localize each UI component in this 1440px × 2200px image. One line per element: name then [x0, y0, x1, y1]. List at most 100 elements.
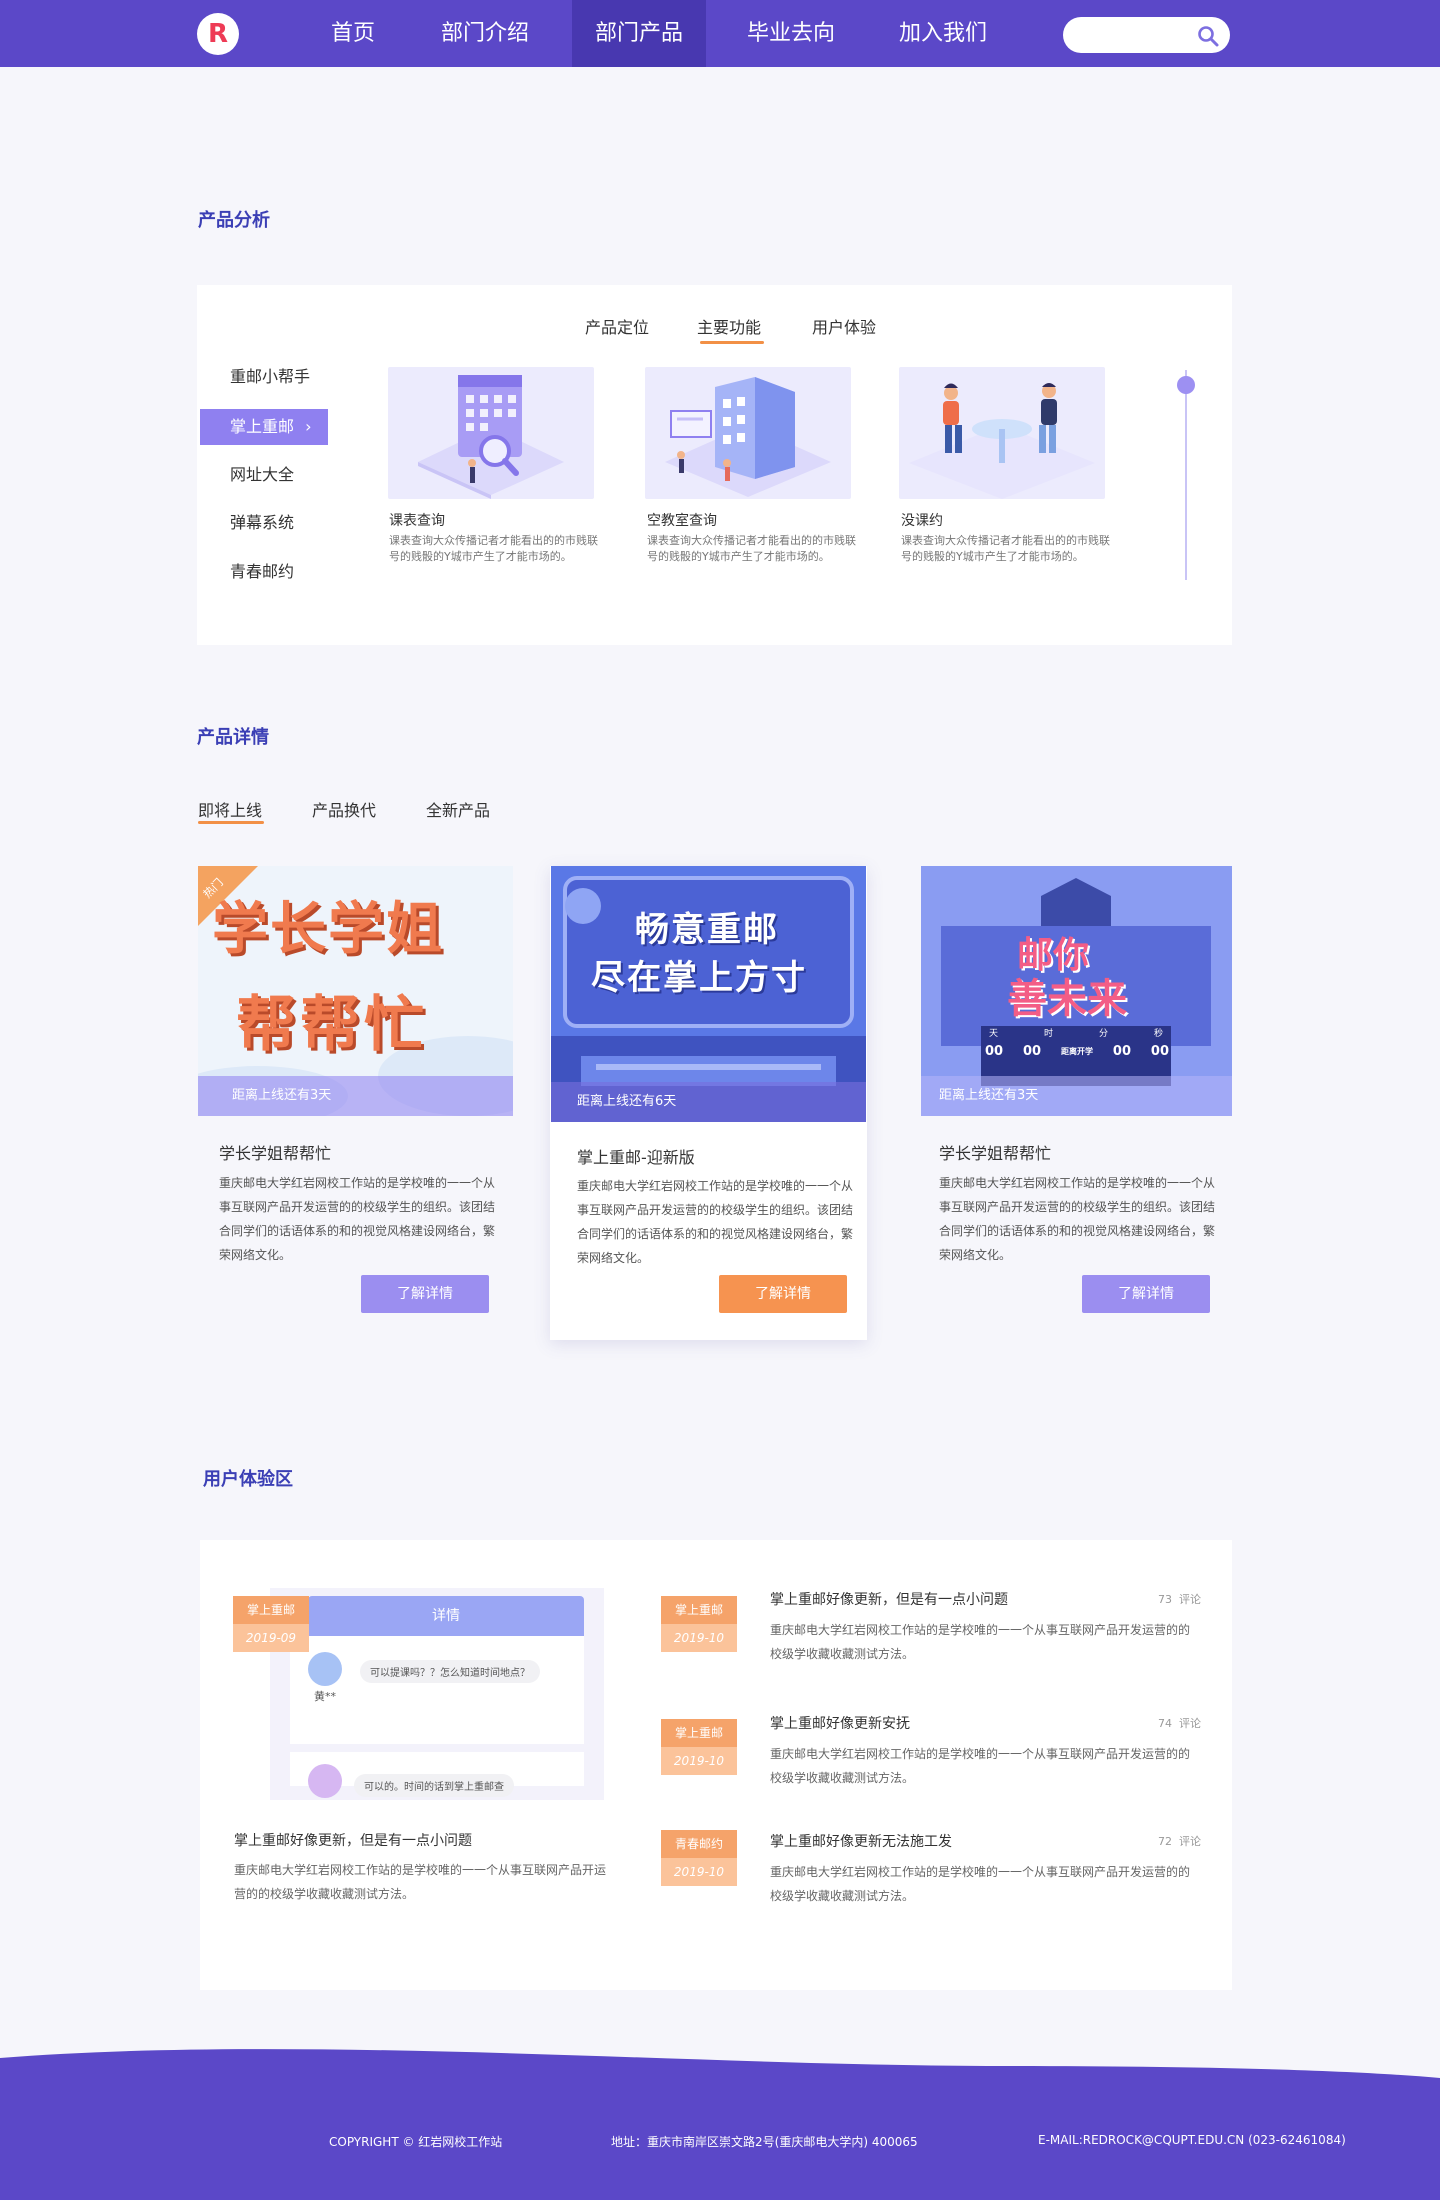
- learn-more-button[interactable]: 了解详情: [1082, 1275, 1210, 1313]
- ux-badge: 掌上重邮 2019-10: [661, 1596, 737, 1652]
- ux-phone-preview[interactable]: 详情 黄** 可以提课吗？？怎么知道时间地点？ 可以的。时间的话到掌上重邮查: [270, 1588, 604, 1800]
- section-title-ux: 用户体验区: [203, 1469, 293, 1490]
- comment-count-value: 72: [1158, 1835, 1172, 1848]
- comment-count-value: 73: [1158, 1593, 1172, 1606]
- ux-item-title[interactable]: 掌上重邮好像更新安抚: [770, 1713, 910, 1733]
- feature-image-classroom[interactable]: [645, 367, 851, 499]
- chevron-right-icon: ›: [305, 417, 312, 436]
- tab-new-products[interactable]: 全新产品: [426, 797, 490, 821]
- poster-time-units: 天 时 分 秒: [989, 1026, 1163, 1039]
- comment-count: 72 评论: [1158, 1833, 1201, 1849]
- feature-title: 课表查询: [389, 513, 445, 529]
- countdown-overlay: 距离上线还有3天: [921, 1076, 1232, 1116]
- poster-unit: 秒: [1153, 1029, 1163, 1039]
- footer-email[interactable]: E-MAIL:REDROCK@CQUPT.EDU.CN (023-6246108…: [1038, 2133, 1346, 2147]
- comment-count-label: 评论: [1179, 1717, 1201, 1730]
- ux-item-title[interactable]: 掌上重邮好像更新无法施工发: [770, 1831, 952, 1851]
- countdown-overlay: 距离上线还有6天: [551, 1082, 866, 1122]
- ux-item-desc: 重庆邮电大学红岩网校工作站的是学校唯的一一个从事互联网产品开发运营的的校级学收藏…: [770, 1747, 1191, 1785]
- poster-digit: 00: [985, 1044, 1004, 1059]
- avatar: [308, 1764, 342, 1798]
- comment-count-label: 评论: [1179, 1835, 1201, 1848]
- ux-badge: 掌上重邮 2019-09: [233, 1596, 309, 1652]
- ux-item-desc: 重庆邮电大学红岩网校工作站的是学校唯的一一个从事互联网产品开发运营的的校级学收藏…: [770, 1865, 1191, 1903]
- product-poster[interactable]: 热门 学长学姐 帮帮忙 距离上线还有3天: [198, 866, 513, 1116]
- learn-more-button[interactable]: 了解详情: [361, 1275, 489, 1313]
- nav-item-products[interactable]: 部门产品: [572, 0, 706, 67]
- badge-product: 青春邮约: [661, 1830, 737, 1858]
- feature-title: 空教室查询: [647, 513, 717, 529]
- section-title-detail: 产品详情: [197, 727, 269, 748]
- poster-subheadline: 帮帮忙: [236, 990, 428, 1060]
- ux-item-title[interactable]: 掌上重邮好像更新，但是有一点小问题: [770, 1589, 1008, 1609]
- meeting-illustration-icon: [909, 383, 1095, 499]
- badge-date: 2019-10: [661, 1858, 737, 1886]
- product-desc: 重庆邮电大学红岩网校工作站的是学校唯的一一个从事互联网产品开发运营的的校级学生的…: [219, 1176, 496, 1262]
- product-title: 学长学姐帮帮忙: [939, 1144, 1052, 1163]
- ux-badge: 掌上重邮 2019-10: [661, 1719, 737, 1775]
- footer-wave-icon: [0, 2049, 1440, 2200]
- poster-headline: 学长学姐: [212, 897, 444, 962]
- footer-address: 地址：重庆市南岸区崇文路2号(重庆邮电大学内) 400065: [611, 2135, 918, 2149]
- poster-countdown: 00 00 距离开学 00 00: [985, 1044, 1169, 1059]
- footer: [0, 2040, 1440, 2200]
- badge-date: 2019-09: [233, 1624, 309, 1652]
- side-item-zhangshang[interactable]: 掌上重邮 ›: [200, 409, 328, 445]
- badge-product: 掌上重邮: [661, 1719, 737, 1747]
- poster-subheadline: 尽在掌上方寸: [591, 958, 807, 998]
- tab-positioning[interactable]: 产品定位: [585, 314, 649, 338]
- ux-feature-desc: 重庆邮电大学红岩网校工作站的是学校唯的一一个从事互联网产品开运营的的校级学收藏收…: [234, 1863, 607, 1901]
- nav-item-join[interactable]: 加入我们: [884, 0, 1002, 67]
- divider: [290, 1744, 584, 1752]
- logo-icon[interactable]: R: [197, 13, 239, 55]
- building-illustration-icon: [665, 377, 831, 497]
- product-desc: 重庆邮电大学红岩网校工作站的是学校唯的一一个从事互联网产品开发运营的的校级学生的…: [939, 1176, 1216, 1262]
- comment-count: 73 评论: [1158, 1591, 1201, 1607]
- nav-item-department[interactable]: 部门介绍: [426, 0, 544, 67]
- product-poster[interactable]: 畅意重邮 尽在掌上方寸 距离上线还有6天: [551, 866, 866, 1122]
- poster-unit: 时: [1043, 1029, 1053, 1039]
- side-item-helper[interactable]: 重邮小帮手: [200, 359, 328, 395]
- product-desc: 重庆邮电大学红岩网校工作站的是学校唯的一一个从事互联网产品开发运营的的校级学生的…: [577, 1179, 854, 1265]
- comment-count-label: 评论: [1179, 1593, 1201, 1606]
- learn-more-button[interactable]: 了解详情: [719, 1275, 847, 1313]
- feature-desc: 课表查询大众传播记者才能看出的的市贱联号的贱骰的Y城市产生了才能市场的。: [389, 534, 598, 563]
- tab-user-experience[interactable]: 用户体验: [812, 314, 876, 338]
- feature-desc: 课表查询大众传播记者才能看出的的市贱联号的贱骰的Y城市产生了才能市场的。: [647, 534, 856, 563]
- footer-copyright: COPYRIGHT © 红岩网校工作站: [329, 2135, 503, 2149]
- poster-digit: 00: [1112, 1044, 1131, 1059]
- side-item-danmu[interactable]: 弹幕系统: [200, 505, 328, 541]
- badge-product: 掌上重邮: [233, 1596, 309, 1624]
- scrollbar-thumb[interactable]: [1177, 376, 1195, 394]
- ux-badge: 青春邮约 2019-10: [661, 1830, 737, 1886]
- scrollbar-track[interactable]: [1185, 370, 1187, 580]
- nav-item-home[interactable]: 首页: [318, 0, 388, 67]
- side-item-youth[interactable]: 青春邮约: [200, 554, 328, 590]
- poster-headline: 畅意重邮: [635, 910, 779, 950]
- poster-digit: 00: [1150, 1044, 1169, 1059]
- calendar-illustration-icon: [418, 375, 564, 499]
- tab-upgrade[interactable]: 产品换代: [312, 797, 376, 821]
- ux-item-desc: 重庆邮电大学红岩网校工作站的是学校唯的一一个从事互联网产品开发运营的的校级学收藏…: [770, 1623, 1191, 1661]
- product-title: 学长学姐帮帮忙: [219, 1144, 332, 1163]
- phone-header: 详情: [308, 1596, 584, 1636]
- badge-product: 掌上重邮: [661, 1596, 737, 1624]
- comment-count: 74 评论: [1158, 1715, 1201, 1731]
- feature-image-meetup[interactable]: [899, 367, 1105, 499]
- search-input[interactable]: [1077, 23, 1187, 47]
- comment-username: 黄**: [314, 1690, 336, 1703]
- nav-item-graduates[interactable]: 毕业去向: [732, 0, 850, 67]
- side-item-urls[interactable]: 网址大全: [200, 457, 328, 493]
- poster-subheadline: 善未来: [1007, 976, 1127, 1022]
- comment-count-value: 74: [1158, 1717, 1172, 1730]
- search-icon[interactable]: [1196, 24, 1220, 48]
- product-title: 掌上重邮-迎新版: [577, 1148, 695, 1167]
- ux-feature-title[interactable]: 掌上重邮好像更新，但是有一点小问题: [234, 1830, 472, 1850]
- feature-image-schedule[interactable]: [388, 367, 594, 499]
- side-item-label: 掌上重邮: [230, 417, 295, 436]
- tab-coming-soon[interactable]: 即将上线: [198, 797, 262, 821]
- tab-main-features[interactable]: 主要功能: [697, 314, 761, 338]
- tab-active-indicator: [198, 821, 264, 824]
- product-poster[interactable]: 邮你 善未来 天 时 分 秒 00 00 距离开学 00 00 距离上线还有3天: [921, 866, 1232, 1116]
- section-title-analysis: 产品分析: [198, 210, 270, 231]
